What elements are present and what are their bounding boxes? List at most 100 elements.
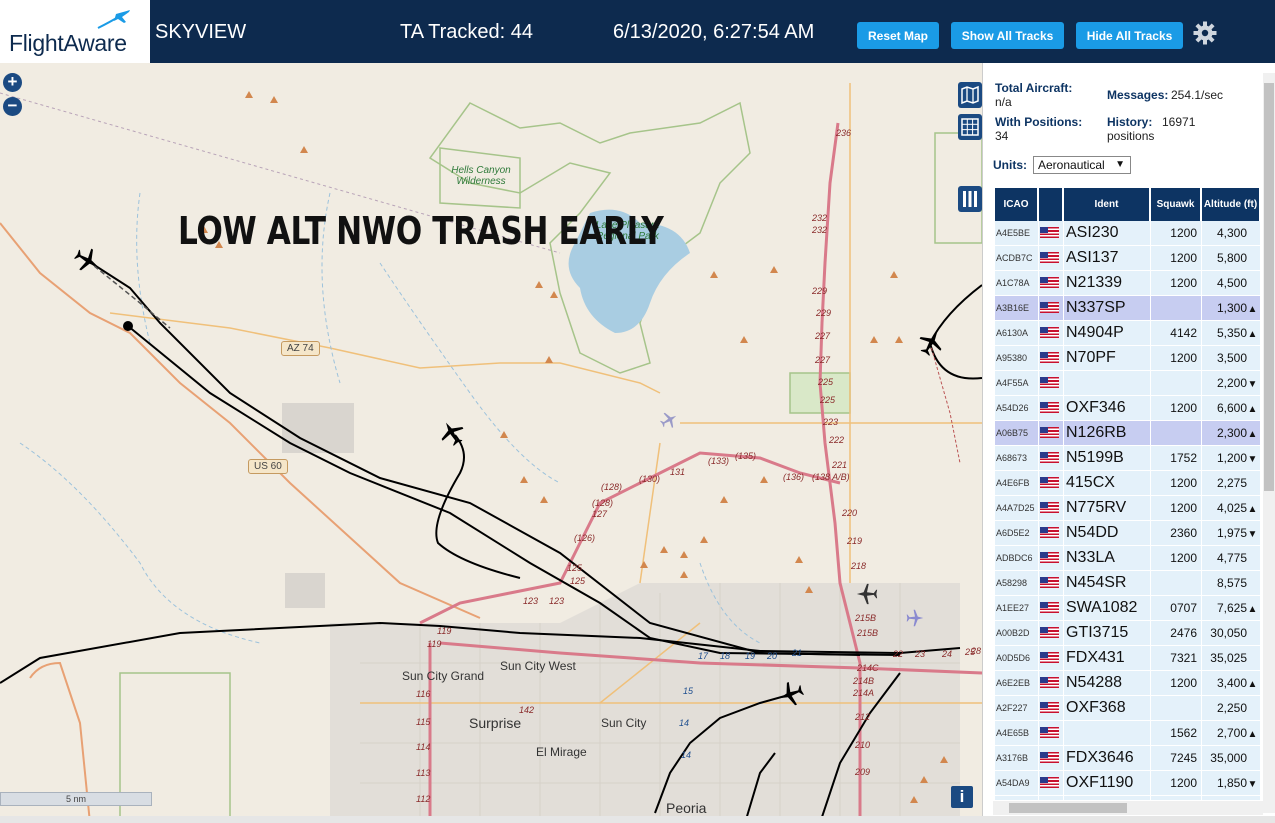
map-view[interactable]: Hells Canyon Wilderness Lake Pleasant Re… <box>0 63 982 823</box>
scrollbar-thumb[interactable] <box>1264 83 1274 491</box>
mile-marker: 131 <box>670 467 686 477</box>
table-row[interactable]: A95380 N70PF 1200 3,500 <box>995 346 1260 371</box>
aircraft-icon[interactable] <box>918 330 944 356</box>
flag-cell <box>1039 221 1063 246</box>
mile-marker: 229 <box>812 286 828 296</box>
info-button[interactable]: i <box>951 786 973 808</box>
altitude-cell: 4,300 <box>1202 221 1260 246</box>
logo-plane-icon <box>97 10 130 29</box>
altitude-cell: 2,275 <box>1202 471 1260 496</box>
table-row[interactable]: A54D26 OXF346 1200 6,600▲ <box>995 396 1260 421</box>
mile-marker: 14 <box>679 718 690 728</box>
scrollbar-thumb[interactable] <box>1009 803 1127 813</box>
altitude-cell: 8,575 <box>1202 571 1260 596</box>
table-row[interactable]: A3176B FDX3646 7245 35,000 <box>995 746 1260 771</box>
table-row[interactable]: A6D5E2 N54DD 2360 1,975▼ <box>995 521 1260 546</box>
aircraft-icon[interactable] <box>439 420 465 446</box>
aircraft-icon[interactable] <box>856 583 878 605</box>
ta-tracked-count: TA Tracked: 44 <box>400 21 534 43</box>
ident-cell: N21339 <box>1064 271 1150 296</box>
mile-marker: 142 <box>519 705 535 715</box>
units-select[interactable]: Aeronautical ▼ <box>1033 156 1131 174</box>
table-row[interactable]: A1EE27 SWA1082 0707 7,625▲ <box>995 596 1260 621</box>
vertical-scrollbar[interactable] <box>1263 73 1275 813</box>
column-header-icao[interactable]: ICAO <box>995 188 1038 221</box>
us-flag-icon <box>1040 477 1059 489</box>
table-row[interactable]: ACDB7C ASI137 1200 5,800 <box>995 246 1260 271</box>
gear-icon[interactable] <box>1193 21 1217 45</box>
us-flag-icon <box>1040 527 1059 539</box>
ident-cell: N70PF <box>1064 346 1150 371</box>
column-header-flag[interactable] <box>1039 188 1063 221</box>
horizontal-scrollbar[interactable] <box>993 801 1263 815</box>
icao-cell: ACDF83 <box>995 796 1038 800</box>
aircraft-icon[interactable] <box>74 247 100 273</box>
aircraft-table-body: A4E5BE ASI230 1200 4,300 ACDB7C ASI137 1200 5,8… <box>995 221 1260 800</box>
reset-map-button[interactable]: Reset Map <box>857 22 939 49</box>
flightaware-logo[interactable]: FlightAware <box>0 0 150 63</box>
mile-marker: 214C <box>857 663 879 673</box>
icao-cell: A1C78A <box>995 271 1038 296</box>
altitude-cell: 4,500 <box>1202 271 1260 296</box>
table-row[interactable]: A68673 N5199B 1752 1,200▼ <box>995 446 1260 471</box>
mile-marker: 113 <box>416 768 431 778</box>
flag-cell <box>1039 346 1063 371</box>
aircraft-icon[interactable] <box>778 681 804 707</box>
mile-marker: 14 <box>681 750 692 760</box>
table-row[interactable]: A00B2D GTI3715 2476 30,050 <box>995 621 1260 646</box>
table-row[interactable]: ACDF83 6,400▲ <box>995 796 1260 800</box>
altitude-value: 2,275 <box>1216 476 1247 490</box>
messages-value: 254.1/sec <box>1171 88 1224 102</box>
ident-cell: N5199B <box>1064 446 1150 471</box>
show-all-tracks-button[interactable]: Show All Tracks <box>951 22 1064 49</box>
squawk-cell: 1200 <box>1151 771 1201 796</box>
mile-marker: 227 <box>815 331 831 341</box>
table-row[interactable]: A0D5D6 FDX431 7321 35,025 <box>995 646 1260 671</box>
icao-cell: A06B75 <box>995 421 1038 446</box>
mile-marker: 125 <box>567 563 583 573</box>
map-annotation: LOW ALT NWO TRASH EARLY <box>178 209 664 253</box>
table-row[interactable]: A54DA9 OXF1190 1200 1,850▼ <box>995 771 1260 796</box>
table-row[interactable]: A4E5BE ASI230 1200 4,300 <box>995 221 1260 246</box>
squawk-cell: 1200 <box>1151 271 1201 296</box>
altitude-trend-icon: ▲ <box>1247 304 1258 315</box>
column-header-squawk[interactable]: Squawk <box>1151 188 1201 221</box>
table-row[interactable]: A2F227 OXF368 2,250 <box>995 696 1260 721</box>
icao-cell: A68673 <box>995 446 1038 471</box>
squawk-cell: 1562 <box>1151 721 1201 746</box>
ident-cell: OXF346 <box>1064 396 1150 421</box>
columns-toggle-button[interactable] <box>958 186 982 212</box>
table-row[interactable]: A3B16E N337SP 1,300▲ <box>995 296 1260 321</box>
squawk-cell: 7321 <box>1151 646 1201 671</box>
map-layers-button[interactable] <box>958 82 982 108</box>
table-row[interactable]: A4E65B 1562 2,700▲ <box>995 721 1260 746</box>
place-label: Sun City <box>601 716 647 730</box>
grid-toggle-button[interactable] <box>958 114 982 140</box>
app-title: SKYVIEW <box>155 21 247 43</box>
flag-cell <box>1039 496 1063 521</box>
column-header-ident[interactable]: Ident <box>1064 188 1150 221</box>
altitude-value: 30,050 <box>1210 626 1247 640</box>
hide-all-tracks-button[interactable]: Hide All Tracks <box>1076 22 1183 49</box>
mile-marker: 223 <box>823 417 839 427</box>
altitude-value: 1,850 <box>1216 776 1247 790</box>
altitude-value: 4,775 <box>1216 551 1247 565</box>
squawk-cell <box>1151 421 1201 446</box>
table-row[interactable]: A4F55A 2,200▼ <box>995 371 1260 396</box>
table-row[interactable]: A06B75 N126RB 2,300▲ <box>995 421 1260 446</box>
zoom-out-button[interactable]: − <box>3 97 22 116</box>
table-row[interactable]: ADBDC6 N33LA 1200 4,775 <box>995 546 1260 571</box>
zoom-in-button[interactable]: + <box>3 73 22 92</box>
table-row[interactable]: A6130A N4904P 4142 5,350▲ <box>995 321 1260 346</box>
squawk-cell <box>1151 696 1201 721</box>
us-flag-icon <box>1040 552 1059 564</box>
altitude-cell: 35,025 <box>1202 646 1260 671</box>
table-row[interactable]: A4A7D25 N775RV 1200 4,025▲ <box>995 496 1260 521</box>
table-row[interactable]: A58298 N454SR 8,575 <box>995 571 1260 596</box>
table-row[interactable]: A1C78A N21339 1200 4,500 <box>995 271 1260 296</box>
table-row[interactable]: A4E6FB 415CX 1200 2,275 <box>995 471 1260 496</box>
table-row[interactable]: A6E2EB N54288 1200 3,400▲ <box>995 671 1260 696</box>
squawk-cell <box>1151 571 1201 596</box>
altitude-value: 4,500 <box>1216 276 1247 290</box>
column-header-altitude[interactable]: Altitude (ft) <box>1202 188 1260 221</box>
